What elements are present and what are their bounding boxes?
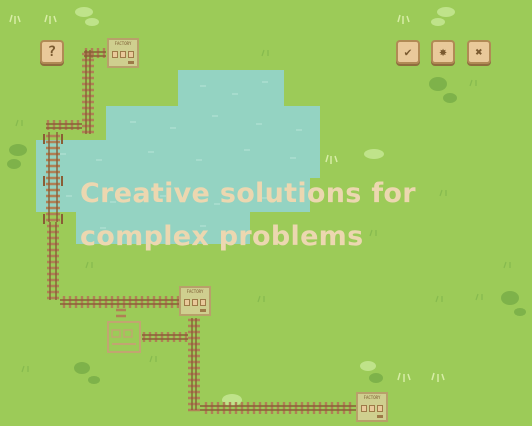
help-icon: ? bbox=[47, 44, 57, 60]
help-button[interactable]: ? bbox=[40, 40, 64, 64]
confirm-button[interactable]: ✔ bbox=[396, 40, 420, 64]
factory-building[interactable]: FACTORY bbox=[356, 392, 388, 422]
headline-line-2: complex problems bbox=[80, 221, 364, 252]
close-icon: ✖ bbox=[475, 45, 483, 59]
factory-label: FACTORY bbox=[363, 395, 381, 400]
game-board[interactable]: FACTORY FACTORY FACTORY ? ✔ ✸ ✖ Creative… bbox=[0, 0, 532, 426]
factory-building[interactable]: FACTORY bbox=[179, 286, 211, 316]
checkmark-icon: ✔ bbox=[404, 45, 412, 59]
headline-line-1: Creative solutions for bbox=[80, 178, 416, 209]
factory-building[interactable]: FACTORY bbox=[107, 38, 139, 68]
factory-label: FACTORY bbox=[186, 289, 204, 294]
headline: Creative solutions for complex problems bbox=[80, 172, 420, 258]
close-button[interactable]: ✖ bbox=[467, 40, 491, 64]
settings-button[interactable]: ✸ bbox=[431, 40, 455, 64]
gear-icon: ✸ bbox=[439, 44, 447, 60]
factory-label: FACTORY bbox=[114, 41, 132, 46]
